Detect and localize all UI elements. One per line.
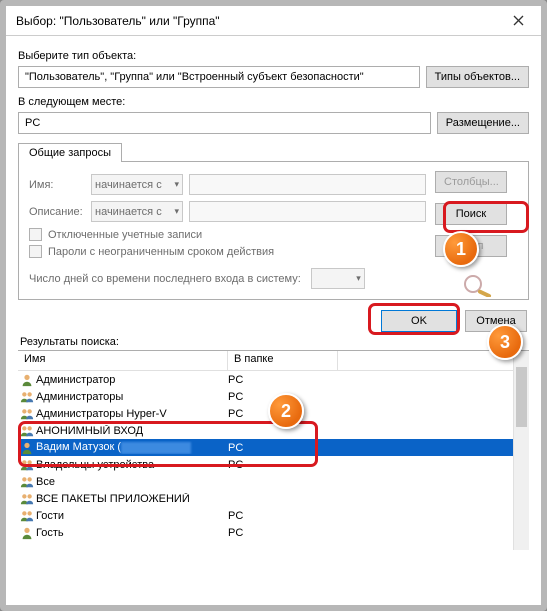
- chevron-down-icon: ▾: [356, 273, 361, 284]
- row-name: Администратор: [36, 374, 228, 386]
- description-label: Описание:: [29, 206, 85, 218]
- chevron-down-icon: ▾: [174, 206, 179, 217]
- table-row[interactable]: Вадим Матузок (PC: [18, 439, 529, 456]
- row-folder: PC: [228, 374, 338, 386]
- days-since-login-label: Число дней со времени последнего входа в…: [29, 273, 301, 285]
- stop-button[interactable]: Стоп: [435, 235, 507, 257]
- tab-common-queries[interactable]: Общие запросы: [18, 143, 122, 162]
- titlebar: Выбор: "Пользователь" или "Группа": [6, 6, 541, 36]
- row-folder: PC: [228, 459, 338, 471]
- row-name: Администраторы Hyper-V: [36, 408, 228, 420]
- disabled-accounts-checkbox[interactable]: Отключенные учетные записи: [29, 228, 426, 241]
- dialog-title: Выбор: "Пользователь" или "Группа": [16, 14, 501, 28]
- table-row[interactable]: Владельцы устройстваPC: [18, 456, 529, 473]
- user-icon: [18, 373, 36, 387]
- close-button[interactable]: [501, 10, 535, 32]
- table-row[interactable]: ВСЕ ПАКЕТЫ ПРИЛОЖЕНИЙ: [18, 490, 529, 507]
- row-name: Гость: [36, 527, 228, 539]
- object-types-field: "Пользователь", "Группа" или "Встроенный…: [18, 66, 420, 88]
- group-icon: [18, 475, 36, 489]
- group-icon: [18, 424, 36, 438]
- name-condition-combo[interactable]: начинается с ▾: [91, 174, 183, 195]
- table-row[interactable]: АНОНИМНЫЙ ВХОД: [18, 422, 529, 439]
- row-folder: PC: [228, 391, 338, 403]
- row-name: ВСЕ ПАКЕТЫ ПРИЛОЖЕНИЙ: [36, 493, 228, 505]
- ok-button[interactable]: OK: [381, 310, 457, 332]
- row-name: Вадим Матузок (: [36, 441, 228, 453]
- results-list: Имя В папке АдминистраторPCАдминистратор…: [18, 350, 529, 550]
- days-combo[interactable]: ▾: [311, 268, 365, 289]
- name-input[interactable]: [189, 174, 426, 195]
- checkbox-icon: [29, 228, 42, 241]
- row-name: Администраторы: [36, 391, 228, 403]
- group-icon: [18, 458, 36, 472]
- locations-button[interactable]: Размещение...: [437, 112, 529, 134]
- table-row[interactable]: АдминистраторыPC: [18, 388, 529, 405]
- table-row[interactable]: АдминистраторPC: [18, 371, 529, 388]
- chevron-down-icon: ▾: [174, 179, 179, 190]
- scrollbar[interactable]: [513, 351, 529, 550]
- column-header-folder[interactable]: В папке: [228, 351, 338, 370]
- results-label: Результаты поиска:: [6, 336, 541, 348]
- cancel-button[interactable]: Отмена: [465, 310, 527, 332]
- description-condition-combo[interactable]: начинается с ▾: [91, 201, 183, 222]
- table-row[interactable]: ГостьPC: [18, 524, 529, 541]
- non-expiring-passwords-checkbox[interactable]: Пароли с неограниченным сроком действия: [29, 245, 426, 258]
- table-row[interactable]: Администраторы Hyper-VPC: [18, 405, 529, 422]
- table-row[interactable]: Все: [18, 473, 529, 490]
- checkbox-icon: [29, 245, 42, 258]
- group-icon: [18, 407, 36, 421]
- row-name: Гости: [36, 510, 228, 522]
- user-icon: [18, 526, 36, 540]
- object-type-label: Выберите тип объекта:: [18, 50, 529, 62]
- table-row[interactable]: ГостиPC: [18, 507, 529, 524]
- columns-button[interactable]: Столбцы...: [435, 171, 507, 193]
- search-icon: [460, 273, 496, 300]
- location-label: В следующем месте:: [18, 96, 529, 108]
- select-user-group-dialog: Выбор: "Пользователь" или "Группа" Выбер…: [6, 6, 541, 605]
- column-header-name[interactable]: Имя: [18, 351, 228, 370]
- group-icon: [18, 509, 36, 523]
- description-input[interactable]: [189, 201, 426, 222]
- row-name: АНОНИМНЫЙ ВХОД: [36, 425, 228, 437]
- group-icon: [18, 492, 36, 506]
- object-types-button[interactable]: Типы объектов...: [426, 66, 529, 88]
- group-icon: [18, 390, 36, 404]
- row-folder: PC: [228, 408, 338, 420]
- row-folder: PC: [228, 510, 338, 522]
- row-folder: PC: [228, 442, 338, 454]
- name-label: Имя:: [29, 179, 85, 191]
- row-name: Владельцы устройства: [36, 459, 228, 471]
- user-icon: [18, 441, 36, 455]
- location-field: PC: [18, 112, 431, 134]
- find-now-button[interactable]: Поиск: [435, 203, 507, 225]
- row-name: Все: [36, 476, 228, 488]
- row-folder: PC: [228, 527, 338, 539]
